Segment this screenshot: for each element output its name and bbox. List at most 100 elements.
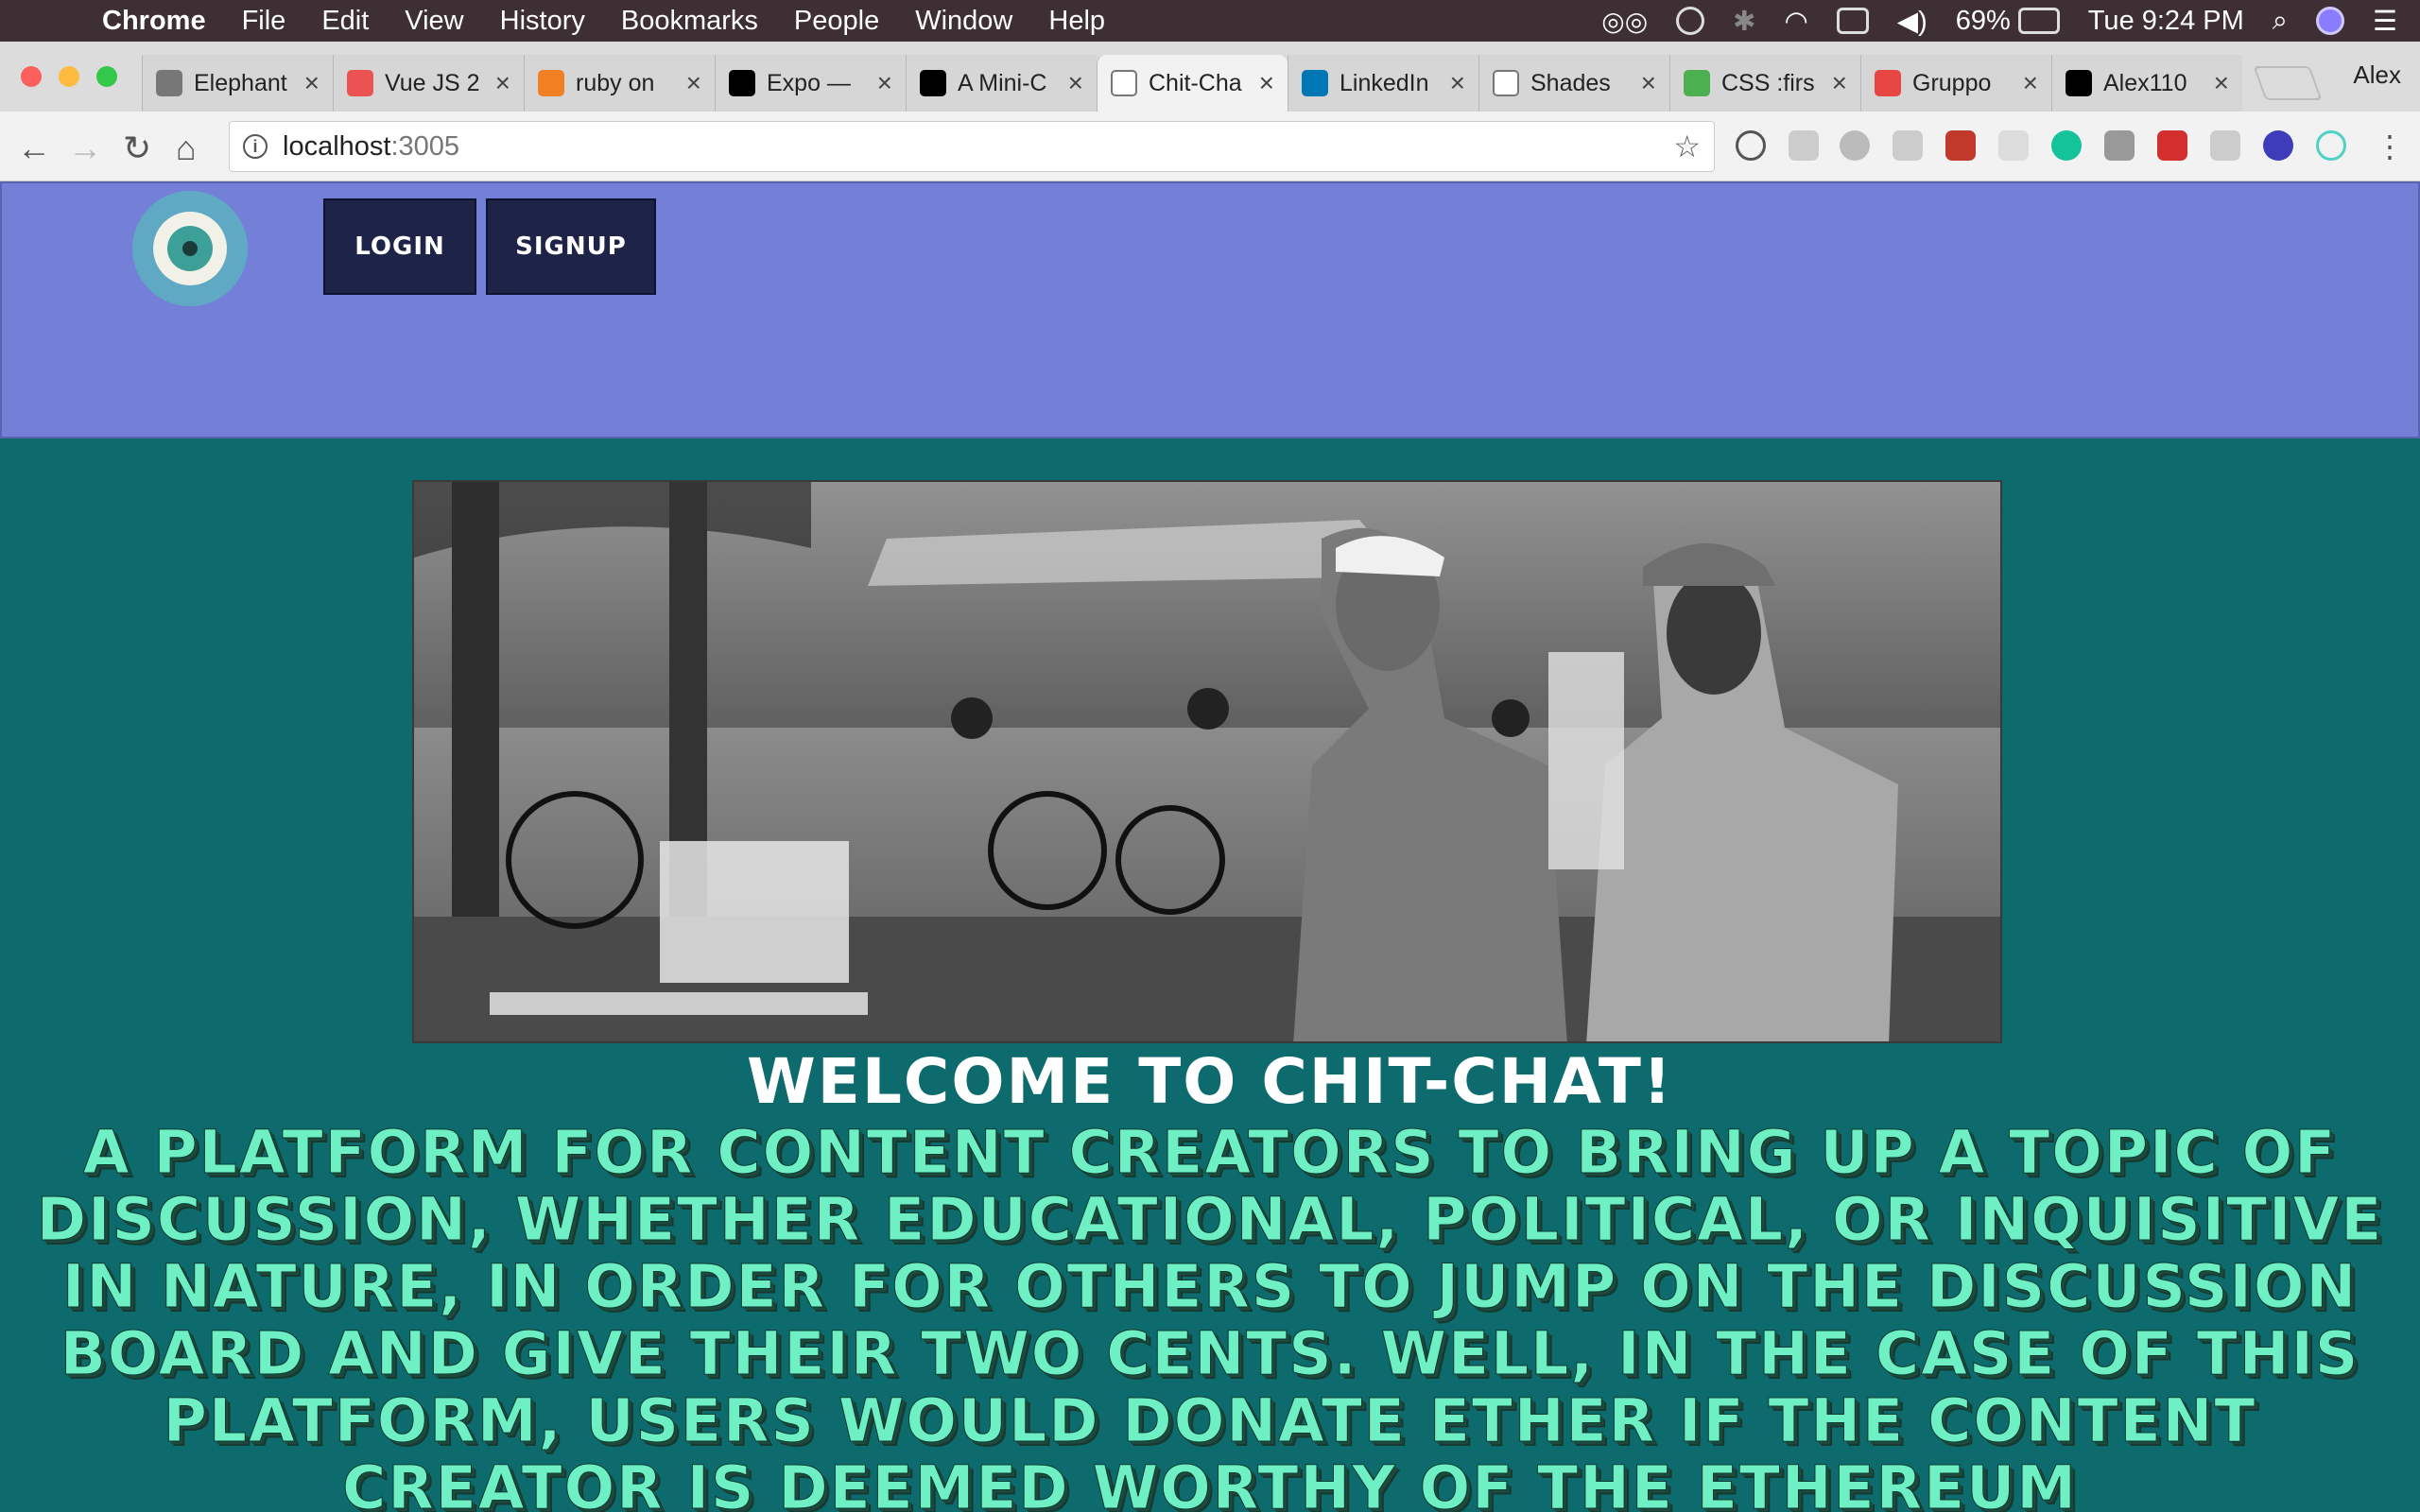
tab-close-icon[interactable]: ×	[1068, 68, 1083, 98]
extension-cast-icon[interactable]	[1893, 130, 1923, 161]
browser-tab[interactable]: CSS :firs ×	[1669, 55, 1860, 112]
siri-icon[interactable]	[2316, 7, 2344, 35]
extension-tree-icon[interactable]	[1789, 130, 1819, 161]
notification-center-icon[interactable]: ☰	[2373, 5, 2397, 38]
menu-window[interactable]: Window	[915, 6, 1012, 37]
reload-button[interactable]: ↻	[123, 129, 151, 168]
address-bar[interactable]: i localhost:3005 ☆	[229, 121, 1715, 172]
time-machine-icon[interactable]	[1676, 7, 1705, 35]
tab-label: Elephant	[194, 69, 287, 96]
browser-tab[interactable]: Chit-Cha ×	[1097, 55, 1288, 112]
tab-label: Chit-Cha	[1149, 69, 1242, 96]
extension-skype-icon[interactable]	[1840, 130, 1870, 161]
menu-app-name[interactable]: Chrome	[102, 6, 206, 37]
extension-gray-icon[interactable]	[1998, 130, 2029, 161]
tab-label: A Mini-C	[958, 69, 1047, 96]
extension-red-icon[interactable]	[1945, 130, 1976, 161]
welcome-heading: Welcome to Chit-Chat!	[746, 1045, 1674, 1118]
extension-teal-icon[interactable]	[2316, 130, 2346, 161]
udemy-icon	[347, 70, 373, 96]
tab-label: LinkedIn	[1340, 69, 1429, 96]
w3schools-icon	[1684, 70, 1710, 96]
signup-button[interactable]: Signup	[486, 198, 656, 295]
menu-history[interactable]: History	[500, 6, 585, 37]
stackoverflow-icon	[538, 70, 564, 96]
status-area: ◎◎ ✱ ◠ ◀) 69% Tue 9:24 PM ⌕ ☰	[1601, 0, 2420, 42]
extension-screen-icon[interactable]	[2210, 130, 2240, 161]
elephant-icon	[156, 70, 182, 96]
vue-devtools-icon[interactable]	[2104, 130, 2135, 161]
macos-menu-bar: Chrome File Edit View History Bookmarks …	[0, 0, 2420, 42]
browser-tab[interactable]: A Mini-C ×	[906, 55, 1097, 112]
tab-close-icon[interactable]: ×	[877, 68, 892, 98]
browser-tab[interactable]: Expo — ×	[715, 55, 906, 112]
url-port: :3005	[390, 130, 460, 162]
minimize-window-button[interactable]	[59, 66, 79, 87]
profile-name[interactable]: Alex	[2353, 60, 2401, 90]
menu-people[interactable]: People	[794, 6, 879, 37]
menu-file[interactable]: File	[242, 6, 286, 37]
tab-close-icon[interactable]: ×	[686, 68, 701, 98]
menu-bookmarks[interactable]: Bookmarks	[621, 6, 758, 37]
tab-label: CSS :firs	[1721, 69, 1815, 96]
tab-label: Shades	[1530, 69, 1611, 96]
tab-close-icon[interactable]: ×	[1641, 68, 1656, 98]
maximize-window-button[interactable]	[96, 66, 117, 87]
tab-close-icon[interactable]: ×	[2214, 68, 2229, 98]
browser-toolbar: ← → ↻ ⌂ i localhost:3005 ☆ ⋮	[0, 112, 2420, 181]
airplay-icon[interactable]	[1836, 8, 1869, 34]
browser-tab[interactable]: LinkedIn ×	[1288, 55, 1478, 112]
tab-label: Gruppo	[1912, 69, 1992, 96]
bookmark-star-icon[interactable]: ☆	[1673, 129, 1701, 164]
web-page: Login Signup	[0, 181, 2420, 1512]
tab-close-icon[interactable]: ×	[495, 68, 510, 98]
battery-icon[interactable]	[2017, 8, 2060, 34]
tab-label: ruby on	[576, 69, 655, 96]
browser-tab[interactable]: Alex110 ×	[2051, 55, 2242, 112]
glasses-icon[interactable]: ◎◎	[1601, 6, 1648, 37]
hero-image	[412, 480, 2002, 1043]
wifi-icon[interactable]: ◠	[1784, 5, 1807, 38]
tab-close-icon[interactable]: ×	[304, 68, 320, 98]
menu-help[interactable]: Help	[1048, 6, 1105, 37]
grammarly-icon[interactable]	[2051, 130, 2082, 161]
browser-tab[interactable]: ruby on ×	[524, 55, 715, 112]
chrome-menu-icon[interactable]: ⋮	[2375, 129, 2405, 164]
tab-strip: Elephant × Vue JS 2 × ruby on × Expo — × A Mini-…	[0, 42, 2420, 112]
medium-icon	[920, 70, 946, 96]
wikipedia-icon	[1493, 70, 1519, 96]
extension-sync-icon[interactable]	[1736, 130, 1766, 161]
tab-close-icon[interactable]: ×	[1450, 68, 1465, 98]
bluetooth-icon[interactable]: ✱	[1733, 5, 1755, 38]
tab-close-icon[interactable]: ×	[2023, 68, 2038, 98]
night-mode-icon[interactable]	[2263, 130, 2293, 161]
close-window-button[interactable]	[21, 66, 42, 87]
back-button[interactable]: ←	[17, 129, 51, 168]
volume-icon[interactable]: ◀)	[1897, 5, 1927, 38]
market-photo	[414, 482, 2000, 1041]
browser-tab[interactable]: Shades ×	[1478, 55, 1669, 112]
menu-view[interactable]: View	[405, 6, 463, 37]
spotlight-icon[interactable]: ⌕	[2273, 6, 2288, 37]
new-tab-button[interactable]	[2253, 66, 2323, 100]
fontface-icon	[1875, 70, 1901, 96]
tab-close-icon[interactable]: ×	[1259, 68, 1274, 98]
site-info-icon[interactable]: i	[243, 134, 268, 159]
battery-percent[interactable]: 69%	[1956, 6, 2011, 37]
cors-icon[interactable]	[2157, 130, 2187, 161]
site-navbar: Login Signup	[0, 181, 2420, 438]
home-button[interactable]: ⌂	[176, 129, 197, 168]
github-icon	[2066, 70, 2092, 96]
tab-label: Expo —	[767, 69, 851, 96]
browser-tab[interactable]: Gruppo ×	[1860, 55, 2051, 112]
browser-tab[interactable]: Elephant ×	[142, 55, 333, 112]
browser-tab[interactable]: Vue JS 2 ×	[333, 55, 524, 112]
eye-logo[interactable]	[132, 191, 248, 306]
login-button[interactable]: Login	[323, 198, 476, 295]
clock[interactable]: Tue 9:24 PM	[2088, 6, 2244, 37]
menu-edit[interactable]: Edit	[321, 6, 369, 37]
page-icon	[1111, 70, 1137, 96]
forward-button[interactable]: →	[68, 129, 102, 168]
url-host: localhost	[283, 130, 391, 162]
tab-close-icon[interactable]: ×	[1832, 68, 1847, 98]
